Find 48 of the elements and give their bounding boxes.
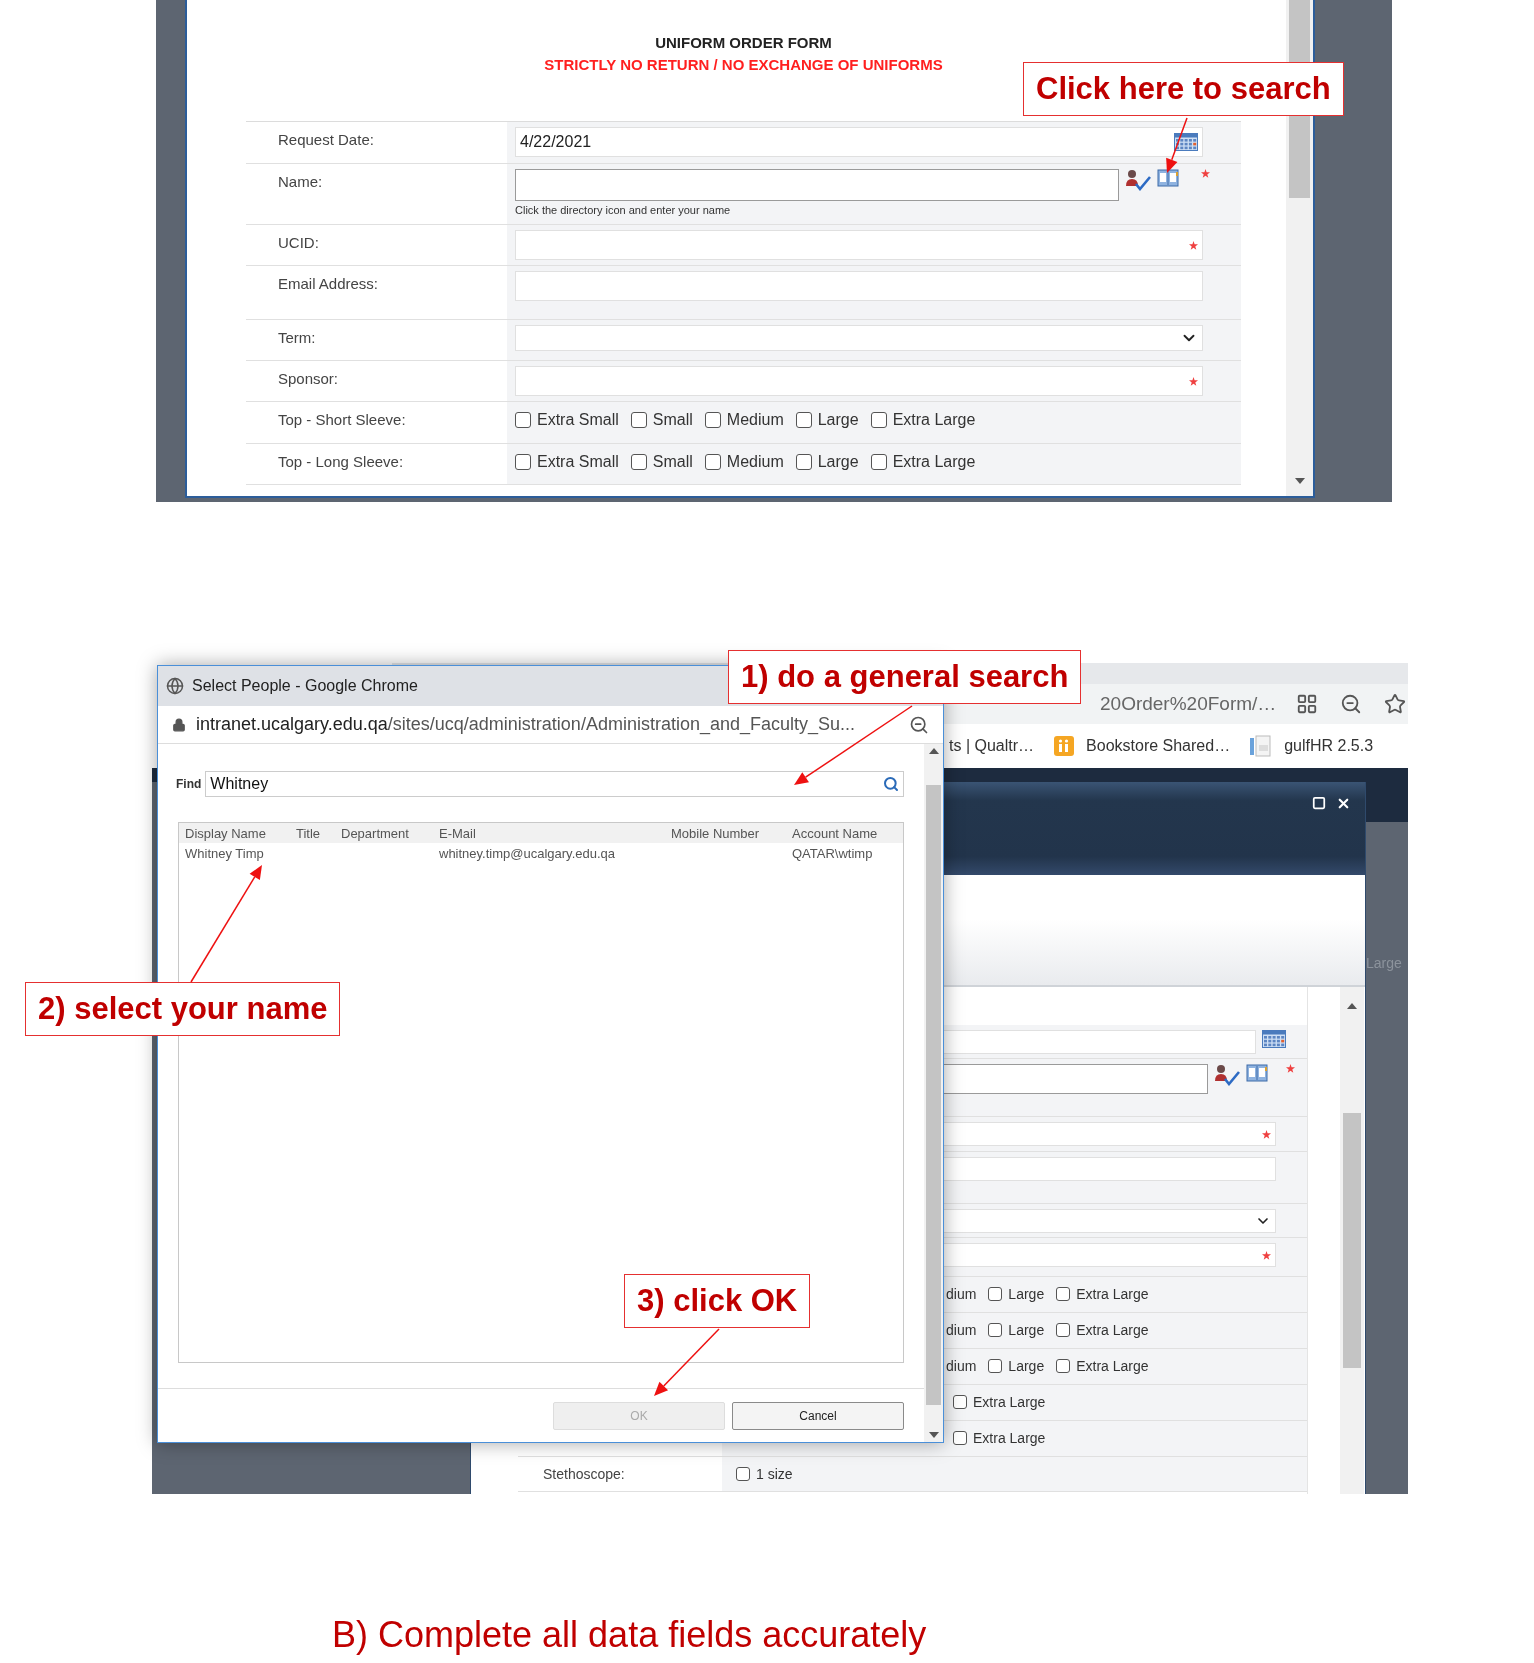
option-label: Large bbox=[817, 411, 859, 429]
option-label: Extra Large bbox=[892, 411, 976, 429]
field-label: Email Address: bbox=[277, 274, 380, 294]
find-label: Find bbox=[176, 777, 202, 791]
option-label: Large bbox=[817, 453, 859, 471]
column-header: Account Name bbox=[792, 825, 879, 841]
option-label: Extra Small bbox=[537, 411, 619, 429]
option-label: Small bbox=[652, 453, 693, 471]
field-label: Sponsor: bbox=[277, 369, 340, 389]
option-label: Extra Large bbox=[1076, 1358, 1149, 1374]
option-label: Medium bbox=[726, 453, 784, 471]
column-header: Department bbox=[341, 825, 410, 841]
option-label: Large bbox=[1008, 1286, 1045, 1302]
instruction-heading: B) Complete all data fields accurately bbox=[332, 1614, 927, 1656]
window-title: Select People - Google Chrome bbox=[192, 677, 418, 695]
option-label: dium bbox=[946, 1286, 977, 1302]
field-label: Top - Long Sleeve: bbox=[277, 452, 405, 472]
option-label: Extra Large bbox=[973, 1430, 1046, 1446]
field-hint: Click the directory icon and enter your name bbox=[515, 204, 732, 216]
field-label: Name: bbox=[277, 172, 324, 192]
column-header: Mobile Number bbox=[671, 825, 761, 841]
option-label: Extra Small bbox=[537, 453, 619, 471]
column-header: Display Name bbox=[185, 825, 267, 841]
callout-tooltip: Click here to search bbox=[1023, 62, 1344, 116]
field-label: UCID: bbox=[277, 233, 320, 253]
url-text: intranet.ucalgary.edu.qa/sites/ucq/administration/Administration_and_Faculty_Su... bbox=[196, 714, 857, 735]
option-label: Extra Large bbox=[892, 453, 976, 471]
field-label: Top - Short Sleeve: bbox=[277, 410, 407, 430]
option-label: Small bbox=[652, 411, 693, 429]
option-label: dium bbox=[946, 1358, 977, 1374]
form-notice: STRICTLY NO RETURN / NO EXCHANGE OF UNIFORMS bbox=[544, 56, 943, 73]
form-title: UNIFORM ORDER FORM bbox=[655, 34, 832, 51]
callout-tooltip: 1) do a general search bbox=[728, 650, 1082, 704]
option-label: dium bbox=[946, 1322, 977, 1338]
callout-tooltip: 2) select your name bbox=[25, 982, 341, 1036]
option-label: 1 size bbox=[756, 1466, 793, 1482]
callout-tooltip: 3) click OK bbox=[624, 1274, 811, 1328]
option-label: Extra Large bbox=[1076, 1322, 1149, 1338]
field-label: Term: bbox=[277, 328, 317, 348]
option-label: Extra Large bbox=[973, 1394, 1046, 1410]
option-label: Medium bbox=[726, 411, 784, 429]
column-header: E-Mail bbox=[439, 825, 477, 841]
option-label: Extra Large bbox=[1076, 1286, 1149, 1302]
option-label: Large bbox=[1008, 1358, 1045, 1374]
field-label: Stethoscope: bbox=[542, 1465, 626, 1484]
option-label: Large bbox=[1008, 1322, 1045, 1338]
field-label: Request Date: bbox=[277, 130, 375, 150]
column-header: Title bbox=[296, 825, 322, 841]
